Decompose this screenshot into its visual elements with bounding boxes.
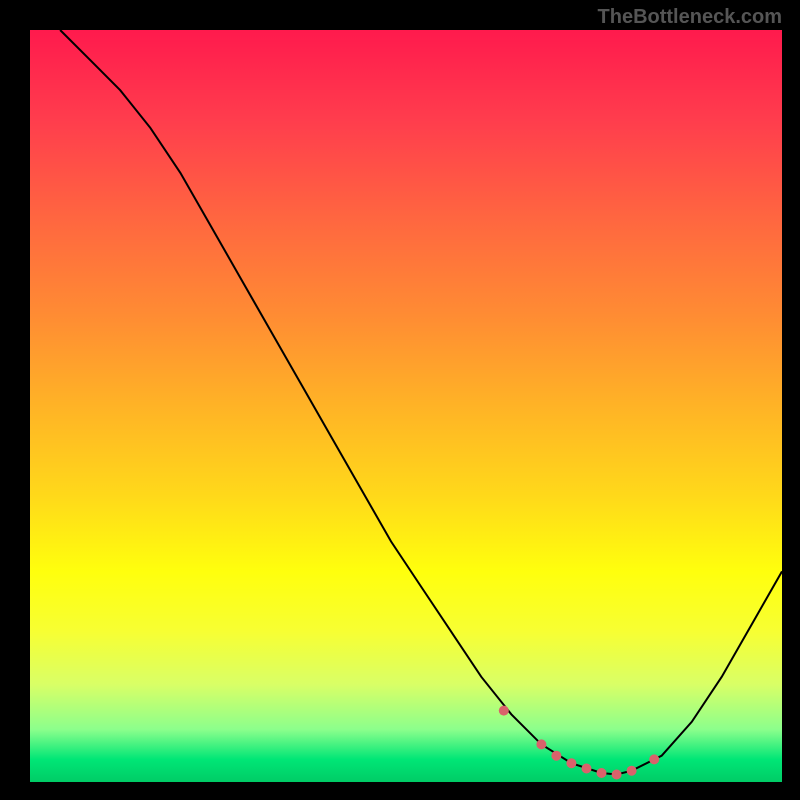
highlight-marker: [536, 739, 546, 749]
highlight-markers-group: [499, 706, 659, 780]
highlight-marker: [551, 751, 561, 761]
watermark-text: TheBottleneck.com: [598, 6, 782, 29]
highlight-marker: [582, 764, 592, 774]
highlight-marker: [649, 754, 659, 764]
chart-svg: [30, 30, 782, 782]
highlight-marker: [499, 706, 509, 716]
highlight-marker: [627, 766, 637, 776]
highlight-marker: [612, 770, 622, 780]
bottleneck-curve-line: [60, 30, 782, 775]
highlight-marker: [597, 768, 607, 778]
highlight-marker: [566, 758, 576, 768]
